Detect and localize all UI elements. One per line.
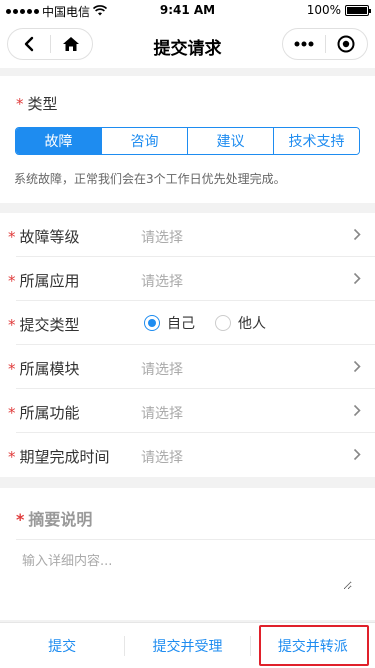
bottom-action-bar: 提交 提交并受理 提交并转派 <box>0 622 375 668</box>
application-label-text: 所属应用 <box>19 272 80 290</box>
required-mark: * <box>8 228 16 246</box>
type-option-fault[interactable]: 故障 <box>16 128 101 154</box>
chevron-right-icon <box>353 272 361 285</box>
close-button[interactable] <box>326 29 368 59</box>
function-label: * 所属功能 <box>8 402 80 423</box>
submit-accept-button[interactable]: 提交并受理 <box>125 623 249 668</box>
fault-level-row[interactable]: * 故障等级 请选择 <box>0 213 375 257</box>
submit-type-radio-group: 自己 他人 <box>144 313 286 333</box>
fault-level-label-text: 故障等级 <box>19 228 80 246</box>
fault-level-label: * 故障等级 <box>8 226 80 247</box>
function-row[interactable]: * 所属功能 请选择 <box>0 389 375 433</box>
fields-card: * 故障等级 请选择 * 所属应用 请选择 * 提交类型 自己 他人 * 所属模块 请选… <box>0 213 375 477</box>
module-row[interactable]: * 所属模块 请选择 <box>0 345 375 389</box>
type-hint: 系统故障，正常我们会在3个工作日优先处理完成。 <box>14 172 286 186</box>
more-button[interactable] <box>283 29 325 59</box>
required-mark: * <box>8 272 16 290</box>
module-label-text: 所属模块 <box>19 360 80 378</box>
summary-title-text: 摘要说明 <box>28 510 93 529</box>
submit-type-row: * 提交类型 自己 他人 <box>0 301 375 345</box>
type-label-text: 类型 <box>27 95 58 113</box>
required-mark: * <box>8 316 16 334</box>
type-option-consult[interactable]: 咨询 <box>101 128 187 154</box>
radio-self-label: 自己 <box>167 316 195 332</box>
expected-time-row[interactable]: * 期望完成时间 请选择 <box>0 433 375 477</box>
type-option-suggestion[interactable]: 建议 <box>187 128 273 154</box>
type-segmented-control: 故障 咨询 建议 技术支持 <box>15 127 360 155</box>
status-bar: 中国电信 9:41 AM 100% <box>0 0 375 20</box>
function-value: 请选择 <box>141 406 183 422</box>
battery-icon <box>345 4 371 16</box>
chevron-right-icon <box>353 360 361 373</box>
navigation-bar: 提交请求 <box>0 20 375 68</box>
required-mark: * <box>16 95 24 113</box>
radio-others[interactable]: 他人 <box>215 313 266 333</box>
expected-time-label: * 期望完成时间 <box>8 446 110 467</box>
type-label: * 类型 <box>16 93 58 114</box>
radio-self[interactable]: 自己 <box>144 313 195 333</box>
function-label-text: 所属功能 <box>19 404 80 422</box>
nav-right-capsule <box>282 28 368 60</box>
more-dots-icon <box>294 41 314 47</box>
submit-transfer-button[interactable]: 提交并转派 <box>251 623 375 668</box>
application-value: 请选择 <box>141 274 183 290</box>
required-mark: * <box>8 360 16 378</box>
application-row[interactable]: * 所属应用 请选择 <box>0 257 375 301</box>
required-mark: * <box>8 448 16 466</box>
submit-button[interactable]: 提交 <box>0 623 124 668</box>
chevron-right-icon <box>353 228 361 241</box>
application-label: * 所属应用 <box>8 270 80 291</box>
type-card: * 类型 故障 咨询 建议 技术支持 系统故障，正常我们会在3个工作日优先处理完成… <box>0 76 375 203</box>
type-option-tech-support[interactable]: 技术支持 <box>273 128 359 154</box>
summary-divider <box>16 539 375 540</box>
chevron-right-icon <box>353 448 361 461</box>
target-circle-icon <box>337 35 355 53</box>
summary-card: * 摘要说明 <box>0 488 375 620</box>
battery-area: 100% <box>306 3 371 17</box>
radio-unchecked-icon <box>215 315 231 331</box>
module-value: 请选择 <box>141 362 183 378</box>
module-label: * 所属模块 <box>8 358 80 379</box>
expected-time-value: 请选择 <box>141 450 183 466</box>
fault-level-value: 请选择 <box>141 230 183 246</box>
summary-title: * 摘要说明 <box>16 506 92 530</box>
chevron-right-icon <box>353 404 361 417</box>
required-mark: * <box>8 404 16 422</box>
expected-time-label-text: 期望完成时间 <box>19 448 110 466</box>
summary-textarea[interactable] <box>22 550 352 590</box>
submit-type-label: * 提交类型 <box>8 314 80 335</box>
radio-others-label: 他人 <box>238 316 266 332</box>
battery-percent: 100% <box>306 3 341 17</box>
radio-checked-icon <box>144 315 160 331</box>
required-mark: * <box>16 510 25 529</box>
submit-type-label-text: 提交类型 <box>19 316 80 334</box>
